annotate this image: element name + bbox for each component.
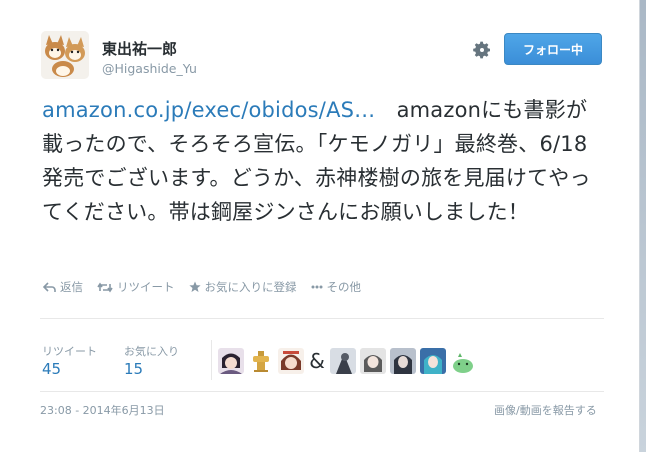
report-media-link[interactable]: 画像/動画を報告する	[494, 402, 597, 418]
tweet-link[interactable]: amazon.co.jp/exec/obidos/AS…	[42, 98, 375, 122]
favorite-button[interactable]: お気に入りに登録	[188, 279, 297, 295]
favorites-count[interactable]: 15	[124, 360, 143, 378]
retweets-label: リツイート	[42, 345, 97, 358]
avatar[interactable]	[41, 31, 89, 79]
favoriter-avatar[interactable]	[390, 348, 416, 374]
more-label: その他	[326, 280, 362, 294]
favorite-label: お気に入りに登録	[204, 280, 297, 294]
reply-icon	[43, 281, 56, 292]
reply-button[interactable]: 返信	[43, 279, 83, 295]
favoriter-avatar[interactable]	[360, 348, 386, 374]
tweet-actions: 返信 リツイート お気に入りに登録 その他	[43, 279, 361, 295]
retweet-icon	[97, 282, 113, 292]
divider	[40, 391, 604, 392]
retweet-button[interactable]: リツイート	[97, 279, 175, 295]
favoriter-avatar[interactable]	[420, 348, 446, 374]
reply-label: 返信	[60, 280, 83, 294]
retweets-count[interactable]: 45	[42, 360, 61, 378]
gear-icon[interactable]	[472, 40, 492, 60]
favoriters-list: &	[218, 346, 476, 376]
favoriters-separator: &	[309, 349, 325, 373]
favoriter-avatar[interactable]	[248, 348, 274, 374]
favorites-label: お気に入り	[124, 345, 179, 358]
page-background	[640, 0, 646, 452]
retweet-label: リツイート	[117, 280, 175, 294]
favoriter-avatar[interactable]	[330, 348, 356, 374]
user-handle[interactable]: @Higashide_Yu	[102, 61, 197, 76]
favoriter-avatar[interactable]	[278, 348, 304, 374]
follow-button[interactable]: フォロー中	[504, 33, 602, 65]
more-icon	[311, 285, 322, 289]
user-name[interactable]: 東出祐一郎	[102, 38, 177, 59]
divider	[40, 318, 604, 319]
more-button[interactable]: その他	[311, 279, 362, 295]
favoriter-avatar[interactable]	[218, 348, 244, 374]
tweet-card: 東出祐一郎 @Higashide_Yu フォロー中 amazon.co.jp/e…	[0, 0, 640, 452]
tweet-text: amazon.co.jp/exec/obidos/AS… amazonにも書影が…	[42, 93, 608, 229]
stats-divider	[211, 340, 212, 380]
favoriter-avatar[interactable]	[450, 348, 476, 374]
star-icon	[188, 281, 201, 292]
tweet-timestamp[interactable]: 23:08 - 2014年6月13日	[40, 402, 165, 418]
